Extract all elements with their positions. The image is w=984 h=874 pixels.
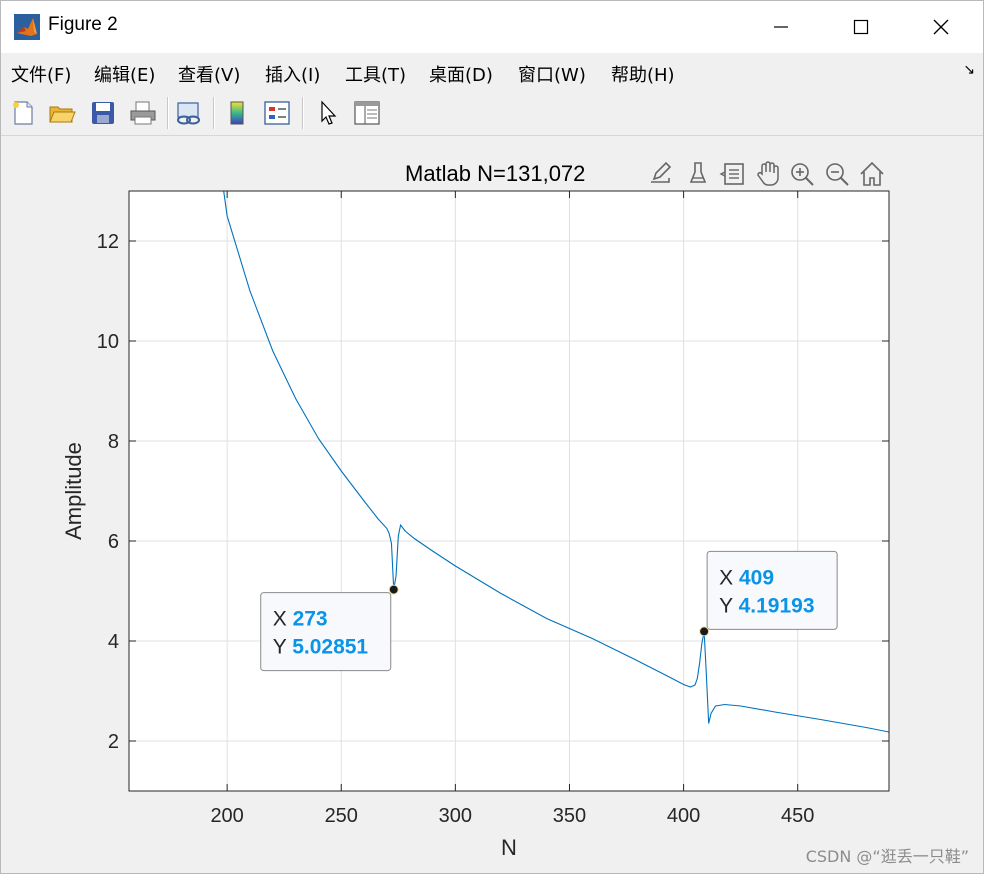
pan-button[interactable] [753,158,783,190]
data-tips-button[interactable] [718,158,748,190]
datatip-x-row: X 273 [273,608,328,631]
zoom-in-icon [791,163,814,186]
datatip-box [260,592,392,672]
pan-icon [757,161,779,186]
y-tick-label: 4 [108,631,119,653]
datatip-x-label: X [719,566,739,589]
x-tick-label: 350 [553,805,586,827]
brush-button[interactable] [683,158,713,190]
y-tick-label: 10 [97,331,119,353]
datatip-y-value: 4.19193 [739,594,815,617]
datatip-y-label: Y [719,594,738,617]
axes-background[interactable] [129,191,889,791]
y-axis-label: Amplitude [61,442,86,540]
figure-window: Figure 2 文件(F) 编辑(E) 查看(V) 插入(I) 工具(T) 桌… [0,0,984,874]
x-tick-label: 400 [667,805,700,827]
datatip-x-label: X [273,608,293,631]
x-tick-label: 300 [439,805,472,827]
brush-icon [689,162,707,183]
datatip-y-value: 5.02851 [292,636,368,659]
datatip: X 409Y 4.19193 [699,550,838,637]
data-tips-icon [719,163,744,185]
plot-svg: 200 250 300 350 400 450 24681012 N Amplitude … [61,190,890,860]
export-button[interactable] [646,158,676,190]
datatip-y-row: Y 4.19193 [719,594,814,617]
datatip-marker[interactable] [388,584,399,595]
datatip-box [706,550,838,630]
plot-title: Matlab N=131,072 [405,161,586,186]
x-tick-label: 250 [325,805,358,827]
datatip: X 273Y 5.02851 [260,584,399,672]
export-icon [651,161,672,183]
datatip-x-row: X 409 [719,566,774,589]
datatip-x-value: 273 [293,608,328,631]
x-axis-label: N [501,835,517,860]
y-tick-label: 6 [108,531,119,553]
home-icon [860,161,884,186]
home-button[interactable] [857,158,887,190]
datatip-marker[interactable] [699,626,710,637]
y-tick-label: 2 [108,731,119,753]
x-tick-label: 200 [210,805,243,827]
datatip-y-label: Y [273,636,292,659]
zoom-out-icon [826,163,849,186]
watermark: CSDN @“逛丢一只鞋” [805,847,969,866]
y-tick-labels: 2 4 6 8 10 12 [97,231,119,753]
x-tick-label: 450 [781,805,814,827]
y-tick-label: 12 [97,231,119,253]
datatip-y-row: Y 5.02851 [273,636,369,659]
zoom-out-button[interactable] [822,158,852,190]
zoom-in-button[interactable] [787,158,817,190]
x-tick-labels: 200 250 300 350 400 450 [210,805,814,827]
y-tick-label: 8 [108,431,119,453]
datatip-x-value: 409 [739,566,774,589]
